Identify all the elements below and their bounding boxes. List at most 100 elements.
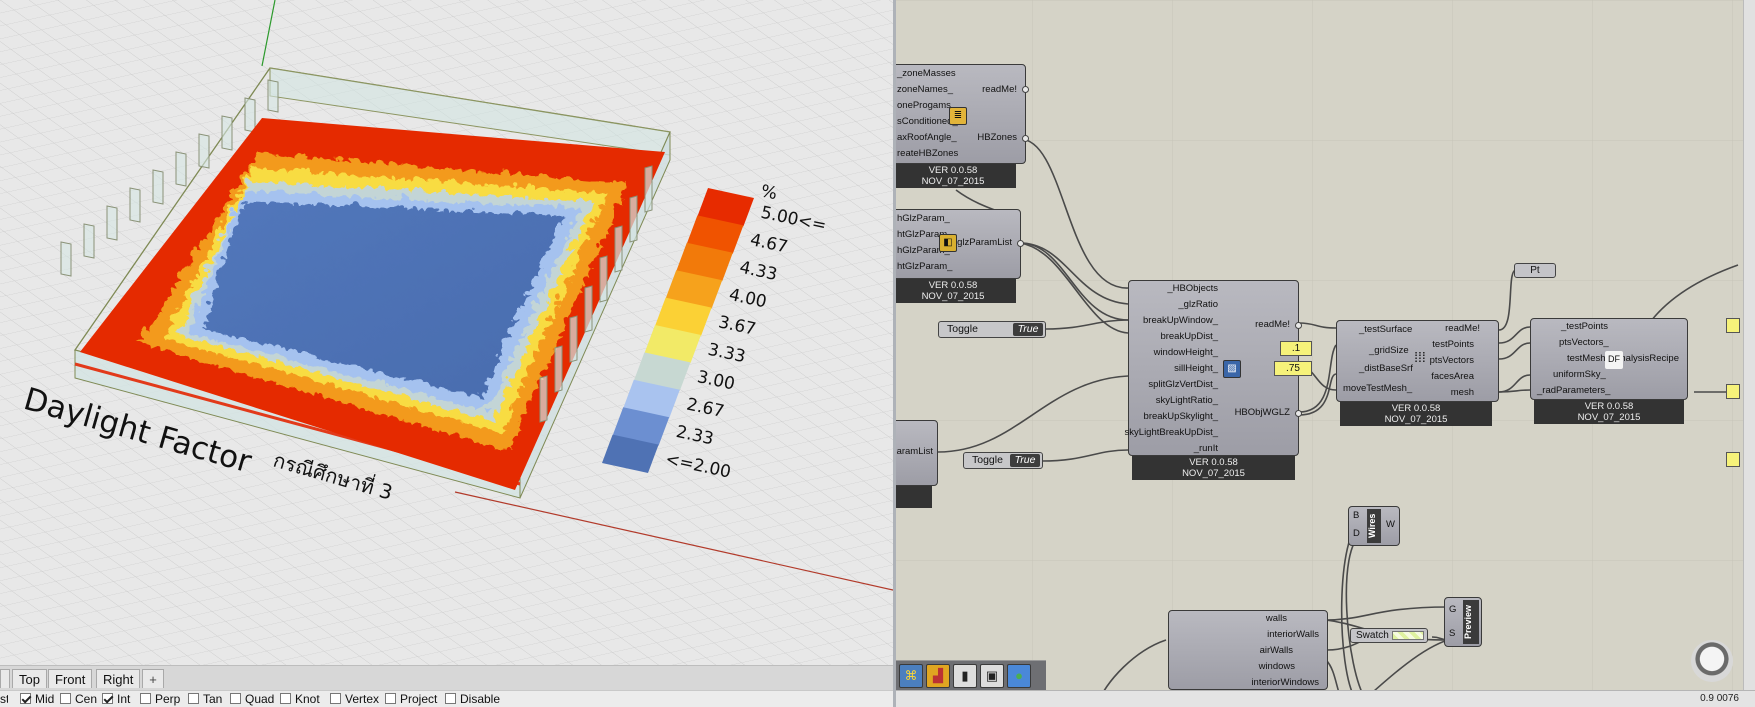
output-port[interactable] — [1022, 86, 1029, 93]
osnap-perp[interactable]: Perp — [140, 693, 180, 706]
osnap-knot[interactable]: Knot — [280, 693, 320, 706]
checkbox-icon[interactable] — [60, 693, 71, 704]
input-glzparam-1[interactable]: hGlzParam_ — [897, 213, 950, 224]
toggle-2-value[interactable]: True — [1010, 454, 1040, 467]
input-uniformsky[interactable]: uniformSky_ — [1553, 369, 1606, 380]
checkbox-icon[interactable] — [330, 693, 341, 704]
vertical-scrollbar[interactable] — [1743, 0, 1755, 690]
input-movetestmesh[interactable]: moveTestMesh_ — [1343, 383, 1412, 394]
panel-edge-2[interactable] — [1726, 384, 1740, 399]
input-createhbzones[interactable]: reateHBZones — [897, 148, 958, 159]
output-ptsvectors[interactable]: ptsVectors — [1430, 355, 1474, 366]
input-splitglzvertdist[interactable]: splitGlzVertDist_ — [1148, 379, 1218, 390]
grasshopper-canvas[interactable]: _zoneMasses zoneNames_ oneProgams_ sCond… — [896, 0, 1755, 707]
preview-component[interactable]: G S Preview — [1444, 597, 1482, 647]
glz-param-component[interactable]: hGlzParam_ htGlzParam_ hGlzParam_ htGlzP… — [896, 209, 1024, 279]
plus-icon[interactable]: + — [142, 669, 164, 688]
output-analysisrecipe[interactable]: analysisRecipe — [1615, 353, 1679, 364]
toggle-2[interactable]: Toggle True — [963, 452, 1043, 469]
number-slider-2[interactable]: .75 — [1274, 361, 1312, 376]
input-hbobjects[interactable]: _HBObjects — [1167, 283, 1218, 294]
swatch-param[interactable]: Swatch — [1350, 628, 1428, 643]
input-ptsvectors[interactable]: ptsVectors_ — [1559, 337, 1609, 348]
input-testsurface[interactable]: _testSurface — [1359, 324, 1412, 335]
input-sillheight[interactable]: sillHeight_ — [1174, 363, 1218, 374]
test-grid-component[interactable]: _testSurface _gridSize _distBaseSrf move… — [1336, 320, 1499, 402]
analysis-recipe-component[interactable]: _testPoints ptsVectors_ testMesh_ unifor… — [1530, 318, 1688, 400]
zoom-dial-icon[interactable] — [1691, 640, 1733, 682]
number-slider-1[interactable]: .1 — [1280, 341, 1312, 356]
param-list-component[interactable]: aramList — [896, 420, 938, 486]
checkbox-icon[interactable] — [385, 693, 396, 704]
swatch-color-chip[interactable] — [1392, 631, 1424, 640]
input-s[interactable]: S — [1449, 628, 1455, 639]
input-zoneprograms[interactable]: oneProgams_ — [897, 100, 956, 111]
osnap-int[interactable]: Int — [102, 693, 130, 706]
input-windowheight[interactable]: windowHeight_ — [1154, 347, 1218, 358]
osnap-disable[interactable]: Disable — [445, 693, 500, 706]
decompose-zone-component[interactable]: walls interiorWalls airWalls windows int… — [1168, 610, 1328, 690]
input-g[interactable]: G — [1449, 604, 1456, 615]
checkbox-icon[interactable] — [230, 693, 241, 704]
tab-perspective-edge[interactable] — [0, 669, 10, 688]
osnap-tan[interactable]: Tan — [188, 693, 222, 706]
osnap-vertex[interactable]: Vertex — [330, 693, 379, 706]
tab-front[interactable]: Front — [48, 669, 93, 688]
rhino-viewport[interactable]: % 5.00<= 4.67 4.33 4.00 3.67 3.33 3.00 2.67 2.33… — [0, 0, 893, 665]
toggle-1-value[interactable]: True — [1013, 323, 1043, 336]
output-glzparamlist[interactable]: glzParamList — [957, 237, 1012, 248]
tab-right[interactable]: Right — [96, 669, 141, 688]
input-testpoints[interactable]: _testPoints — [1561, 321, 1608, 332]
input-breakupskylight[interactable]: breakUpSkylight_ — [1144, 411, 1218, 422]
input-zonenames[interactable]: zoneNames_ — [897, 84, 953, 95]
output-readme[interactable]: readMe! — [1255, 319, 1290, 330]
toggle-1[interactable]: Toggle True — [938, 321, 1046, 338]
input-maxroofangle[interactable]: axRoofAngle_ — [897, 132, 957, 143]
output-interiorwalls[interactable]: interiorWalls — [1267, 629, 1319, 640]
output-w[interactable]: W — [1386, 519, 1395, 530]
hb-zones-component[interactable]: _zoneMasses zoneNames_ oneProgams_ sCond… — [896, 64, 1029, 164]
input-breakupwindow[interactable]: breakUpWindow_ — [1143, 315, 1218, 326]
point-param[interactable]: Pt — [1514, 263, 1556, 278]
input-radparameters[interactable]: _radParameters_ — [1537, 385, 1610, 396]
wires-component[interactable]: B D Wires W — [1348, 506, 1400, 546]
input-gridsize[interactable]: _gridSize — [1369, 345, 1409, 356]
output-paramlist[interactable]: aramList — [897, 446, 933, 457]
input-zonemasses[interactable]: _zoneMasses — [897, 68, 956, 79]
output-readme[interactable]: readMe! — [982, 84, 1017, 95]
output-interiorwindows[interactable]: interiorWindows — [1251, 677, 1319, 688]
output-testpoints[interactable]: testPoints — [1432, 339, 1474, 350]
output-port[interactable] — [1022, 135, 1029, 142]
checkbox-icon[interactable] — [140, 693, 151, 704]
output-facesarea[interactable]: facesArea — [1431, 371, 1474, 382]
output-windows[interactable]: windows — [1259, 661, 1295, 672]
checkbox-icon[interactable] — [20, 693, 31, 704]
output-airwalls[interactable]: airWalls — [1260, 645, 1293, 656]
input-runit[interactable]: _runIt — [1194, 443, 1218, 454]
input-glzratio[interactable]: _glzRatio — [1178, 299, 1218, 310]
input-glzparam-4[interactable]: htGlzParam_ — [897, 261, 952, 272]
input-skylightbreakupdist[interactable]: skyLightBreakUpDist_ — [1125, 427, 1218, 438]
checkbox-icon[interactable] — [102, 693, 113, 704]
osnap-project[interactable]: Project — [385, 693, 437, 706]
output-hbzones[interactable]: HBZones — [977, 132, 1017, 143]
output-walls[interactable]: walls — [1266, 613, 1287, 624]
input-b[interactable]: B — [1353, 510, 1359, 521]
panel-edge-3[interactable] — [1726, 452, 1740, 467]
input-distbasesrf[interactable]: _distBaseSrf — [1359, 363, 1413, 374]
output-port[interactable] — [1295, 322, 1302, 329]
output-mesh[interactable]: mesh — [1451, 387, 1474, 398]
osnap-cen[interactable]: Cen — [60, 693, 97, 706]
output-port[interactable] — [1295, 410, 1302, 417]
sphere-icon[interactable]: ● — [1007, 664, 1031, 688]
output-port[interactable] — [1017, 240, 1024, 247]
checkbox-icon[interactable] — [188, 693, 199, 704]
input-d[interactable]: D — [1353, 528, 1360, 539]
checkbox-icon[interactable] — [445, 693, 456, 704]
output-hbobjwglz[interactable]: HBObjWGLZ — [1235, 407, 1290, 418]
chart-icon[interactable]: ▟ — [926, 664, 950, 688]
osnap-mid[interactable]: Mid — [20, 693, 54, 706]
osnap-quad[interactable]: Quad — [230, 693, 274, 706]
box-icon[interactable]: ▣ — [980, 664, 1004, 688]
battery-icon[interactable]: ▮ — [953, 664, 977, 688]
